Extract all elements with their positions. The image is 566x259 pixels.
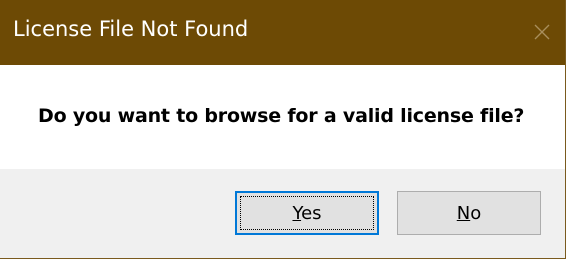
close-button[interactable] [517,0,565,65]
no-mnemonic: N [456,202,471,224]
yes-button[interactable]: Yes [235,191,379,235]
button-bar: Yes No [0,169,565,258]
yes-mnemonic: Y [292,202,302,224]
close-icon [534,24,550,40]
no-button-label: No [457,203,481,224]
title-bar[interactable]: License File Not Found [0,0,565,65]
no-label-rest: o [470,202,482,224]
window-title: License File Not Found [13,17,249,41]
yes-label-rest: es [301,202,322,224]
message-area: Do you want to browse for a valid licens… [0,65,565,169]
yes-button-label: Yes [292,203,321,224]
no-button[interactable]: No [397,191,541,235]
dialog-message: Do you want to browse for a valid licens… [38,105,525,127]
license-dialog: License File Not Found Do you want to br… [0,0,566,259]
